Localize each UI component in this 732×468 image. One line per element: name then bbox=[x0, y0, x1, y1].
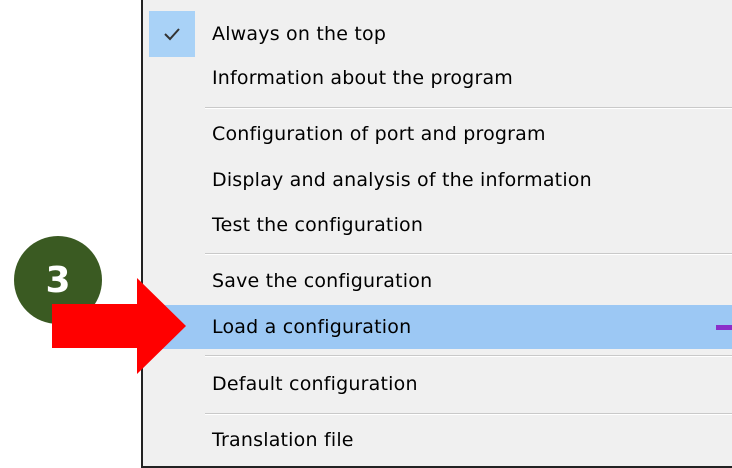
menu-item-save-configuration[interactable]: Save the configuration bbox=[143, 259, 732, 303]
menu-item-label: Display and analysis of the information bbox=[212, 169, 592, 191]
menu-item-display-analysis[interactable]: Display and analysis of the information bbox=[143, 158, 732, 202]
menu-separator bbox=[205, 413, 732, 415]
menu-item-always-on-top[interactable]: Always on the top bbox=[143, 12, 732, 56]
menu-item-label: Load a configuration bbox=[212, 316, 412, 338]
menu-item-label: Information about the program bbox=[212, 67, 514, 89]
menu-item-translation-file[interactable]: Translation file bbox=[143, 418, 732, 462]
context-menu: Always on the top Information about the … bbox=[141, 0, 732, 468]
menu-item-default-configuration[interactable]: Default configuration bbox=[143, 362, 732, 406]
menu-item-label: Test the configuration bbox=[212, 214, 424, 236]
menu-item-load-configuration[interactable]: Load a configuration bbox=[143, 305, 732, 349]
menu-item-label: Configuration of port and program bbox=[212, 123, 546, 145]
menu-item-label: Save the configuration bbox=[212, 270, 433, 292]
menu-item-label: Always on the top bbox=[212, 23, 387, 45]
submenu-arrow-icon bbox=[716, 325, 732, 330]
menu-separator bbox=[205, 355, 732, 357]
menu-item-test-configuration[interactable]: Test the configuration bbox=[143, 203, 732, 247]
menu-item-label: Translation file bbox=[212, 429, 354, 451]
menu-separator bbox=[205, 253, 732, 255]
right-arrow-icon bbox=[52, 278, 186, 374]
menu-item-label: Default configuration bbox=[212, 373, 418, 395]
menu-item-information[interactable]: Information about the program bbox=[143, 56, 732, 100]
menu-separator bbox=[205, 107, 732, 109]
menu-item-configuration-port[interactable]: Configuration of port and program bbox=[143, 112, 732, 156]
